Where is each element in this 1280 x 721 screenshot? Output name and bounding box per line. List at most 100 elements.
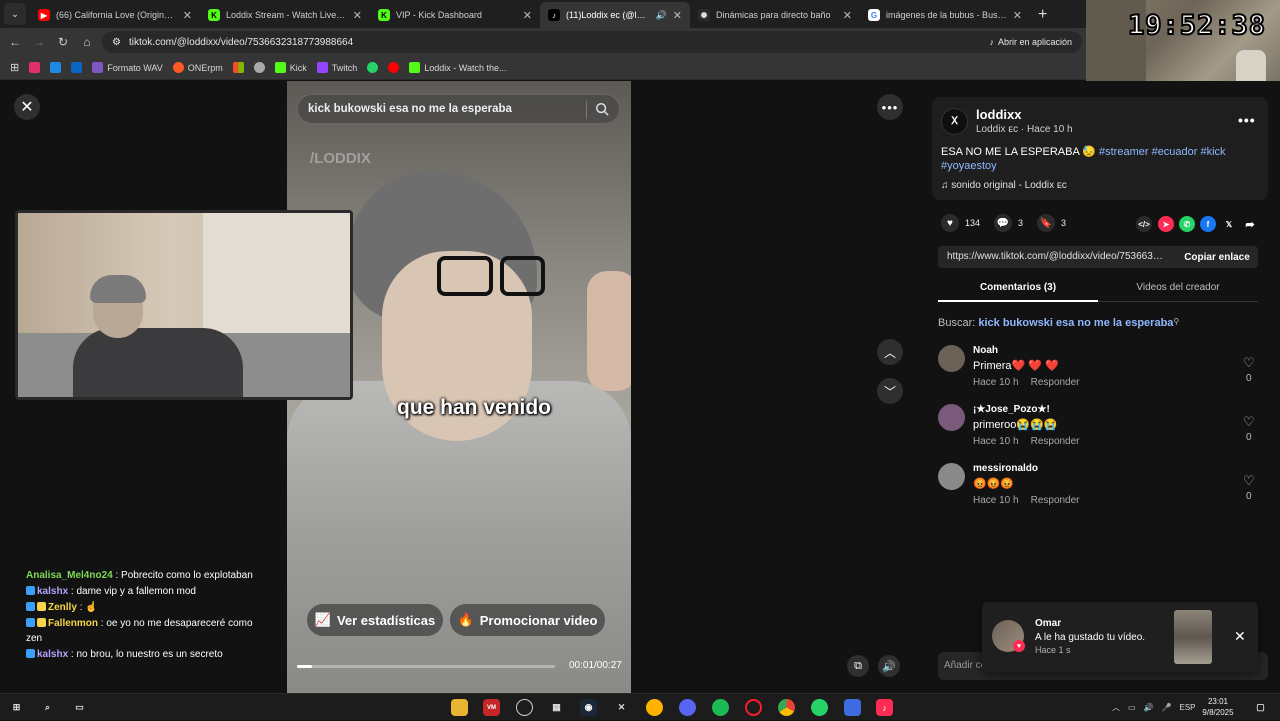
tab-search-button[interactable]: ⌄ xyxy=(4,3,26,25)
close-icon[interactable]: ✕ xyxy=(353,9,362,22)
mic-icon[interactable]: 🎤 xyxy=(1162,703,1172,712)
promote-video-button[interactable]: 🔥 Promocionar video xyxy=(450,604,605,636)
close-icon[interactable]: ✕ xyxy=(183,9,192,22)
heart-icon[interactable]: ♡ xyxy=(1243,473,1255,489)
chevron-up-icon[interactable]: ︿ xyxy=(1112,702,1120,713)
creator-name[interactable]: loddixx xyxy=(976,107,1022,122)
speaker-icon[interactable]: 🔊 xyxy=(656,10,667,21)
folder-icon[interactable] xyxy=(451,699,468,716)
app-icon[interactable] xyxy=(646,699,663,716)
speaker-icon[interactable]: 🔊 xyxy=(1144,703,1154,712)
bookmark-kick[interactable]: Kick xyxy=(274,62,307,73)
chrome-icon[interactable] xyxy=(778,699,795,716)
comment-author[interactable]: ¡★Jose_Pozo★! xyxy=(973,404,1050,415)
open-in-app-button[interactable]: ♪ Abrir en aplicación xyxy=(989,37,1072,47)
whatsapp-icon[interactable] xyxy=(811,699,828,716)
close-icon[interactable]: ✕ xyxy=(843,9,852,22)
video-progress-bar[interactable] xyxy=(297,665,555,668)
share-link-field[interactable]: https://www.tiktok.com/@loddixx/video/75… xyxy=(938,246,1176,268)
bookmark-outlook[interactable] xyxy=(71,62,83,73)
site-info-icon[interactable]: ⚙ xyxy=(112,37,121,48)
x-icon[interactable]: 𝕏 xyxy=(1221,216,1237,232)
task-view-icon[interactable]: ▭ xyxy=(71,699,88,716)
obs-icon[interactable] xyxy=(516,699,533,716)
notification-icon[interactable]: ▢ xyxy=(1252,699,1269,716)
close-icon[interactable]: ✕ xyxy=(523,9,532,22)
heart-icon[interactable]: ♡ xyxy=(1243,355,1255,371)
bookmark-formato-wav[interactable]: Formato WAV xyxy=(92,62,163,73)
comment-author[interactable]: Noah xyxy=(973,345,998,356)
browser-tab[interactable]: G imágenes de la bubus - Buscar ✕ xyxy=(860,2,1030,28)
browser-tab-active[interactable]: ♪ (11)Loddix ec (@loddixx) | T 🔊 ✕ xyxy=(540,2,690,28)
creator-avatar[interactable]: Ⅹ xyxy=(941,108,968,135)
home-icon[interactable]: ⌂ xyxy=(78,33,96,51)
browser-tab[interactable]: ✺ Dinámicas para directo baño ✕ xyxy=(690,2,860,28)
forward-icon[interactable]: → xyxy=(30,33,48,51)
back-icon[interactable]: ← xyxy=(6,33,24,51)
previous-video-button[interactable]: ︿ xyxy=(877,339,903,365)
url-bar[interactable]: ⚙ tiktok.com/@loddixx/video/753663231877… xyxy=(102,31,1082,53)
tab-creator-videos[interactable]: Videos del creador xyxy=(1098,278,1258,302)
close-icon[interactable]: ✕ xyxy=(1234,628,1246,645)
facebook-icon[interactable]: f xyxy=(1200,216,1216,232)
url-text[interactable]: tiktok.com/@loddixx/video/75366323187739… xyxy=(129,37,981,48)
browser-tab[interactable]: K Loddix Stream - Watch Live on ✕ xyxy=(200,2,370,28)
bookmark-loddix[interactable]: Loddix - Watch the... xyxy=(409,62,507,73)
reply-button[interactable]: Responder xyxy=(1031,495,1080,506)
opera-icon[interactable] xyxy=(745,699,762,716)
next-video-button[interactable]: ﹀ xyxy=(877,378,903,404)
reply-button[interactable]: Responder xyxy=(1031,436,1080,447)
bookmark-whatsapp[interactable] xyxy=(367,62,379,73)
network-icon[interactable]: ▭ xyxy=(1128,703,1136,712)
avatar[interactable] xyxy=(938,345,965,372)
spotify-icon[interactable] xyxy=(712,699,729,716)
save-button[interactable]: 🔖 3 xyxy=(1037,214,1066,232)
capcut-icon[interactable]: ✕ xyxy=(613,699,630,716)
app-icon[interactable]: ▦ xyxy=(548,699,565,716)
bookmark-apps[interactable]: ⊞ xyxy=(10,61,19,74)
bookmark-youtube[interactable] xyxy=(388,62,400,73)
whatsapp-icon[interactable]: ✆ xyxy=(1179,216,1195,232)
embed-icon[interactable]: </> xyxy=(1136,216,1152,232)
send-icon[interactable]: ➤ xyxy=(1158,216,1174,232)
tab-comments[interactable]: Comentarios (3) xyxy=(938,278,1098,302)
browser-tab[interactable]: K VIP - Kick Dashboard ✕ xyxy=(370,2,540,28)
tiktok-icon[interactable]: ♪ xyxy=(876,699,893,716)
avatar[interactable] xyxy=(938,404,965,431)
language-indicator[interactable]: ESP xyxy=(1180,703,1196,712)
bookmark-drive[interactable] xyxy=(50,62,62,73)
like-button[interactable]: ♥ 134 xyxy=(941,214,980,232)
video-search-input[interactable]: kick bukowski esa no me la esperaba xyxy=(297,94,620,124)
new-tab-button[interactable]: + xyxy=(1030,6,1055,28)
like-notification-toast[interactable]: ♥ Omar A le ha gustado tu vídeo. Hace 1 … xyxy=(982,602,1258,672)
close-icon[interactable]: ✕ xyxy=(673,9,682,22)
taskbar-clock[interactable]: 23:01 9/8/2025 xyxy=(1198,696,1238,718)
app-icon[interactable] xyxy=(844,699,861,716)
reload-icon[interactable]: ↻ xyxy=(54,33,72,51)
video-more-button[interactable]: ••• xyxy=(877,94,903,120)
voicemod-icon[interactable]: VM xyxy=(483,699,500,716)
bookmark-twitch[interactable]: Twitch xyxy=(316,62,357,73)
search-icon[interactable] xyxy=(595,102,609,116)
close-video-button[interactable]: ✕ xyxy=(14,94,40,120)
pip-button[interactable]: ⧉ xyxy=(847,655,869,677)
windows-start-icon[interactable]: ⊞ xyxy=(8,699,25,716)
close-icon[interactable]: ✕ xyxy=(1013,9,1022,22)
bookmark-instagram[interactable] xyxy=(29,62,41,73)
sound-link[interactable]: ♫ sonido original - Loddix ᴇᴄ xyxy=(941,180,1067,191)
heart-icon[interactable]: ♡ xyxy=(1243,414,1255,430)
comment-author[interactable]: messironaldo xyxy=(973,463,1038,474)
reply-button[interactable]: Responder xyxy=(1031,377,1080,388)
steam-icon[interactable]: ◉ xyxy=(580,699,597,716)
related-search[interactable]: Buscar: kick bukowski esa no me la esper… xyxy=(938,317,1179,329)
view-stats-button[interactable]: 📈 Ver estadísticas xyxy=(307,604,443,636)
bookmark-microsoft[interactable] xyxy=(232,62,244,73)
search-icon[interactable]: ⌕ xyxy=(39,699,56,716)
more-options-icon[interactable]: ••• xyxy=(1238,112,1256,128)
browser-tab[interactable]: ▶ (66) California Love (Original Ve ✕ xyxy=(30,2,200,28)
volume-button[interactable]: 🔊 xyxy=(878,655,900,677)
avatar[interactable] xyxy=(938,463,965,490)
comment-button[interactable]: 💬 3 xyxy=(994,214,1023,232)
bookmark-openai[interactable] xyxy=(253,62,265,73)
discord-icon[interactable] xyxy=(679,699,696,716)
